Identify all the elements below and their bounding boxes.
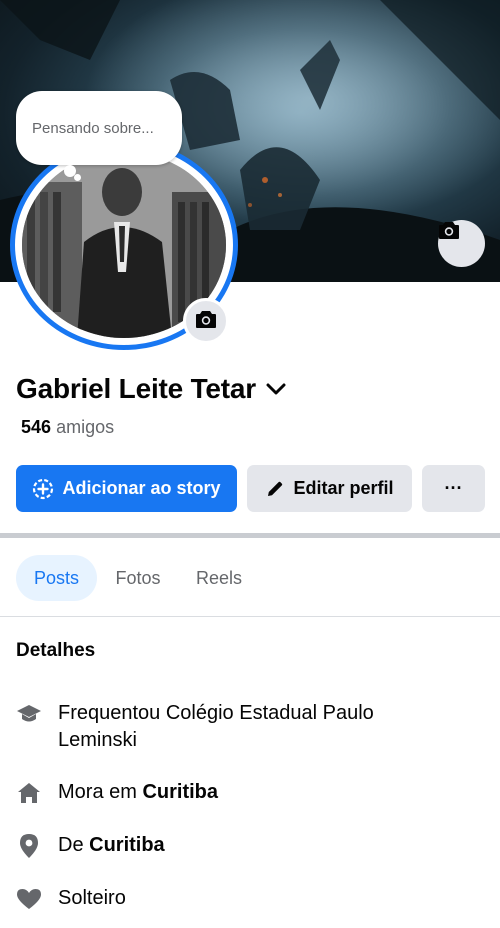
detail-text: Mora em Curitiba xyxy=(58,781,219,803)
tab-fotos[interactable]: Fotos xyxy=(103,555,173,601)
tab-label: Reels xyxy=(195,567,243,588)
detail-text: Solteiro xyxy=(58,887,126,909)
detail-text: Frequentou Colégio Estadual Paulo Lemins… xyxy=(58,702,374,751)
profile-name: Gabriel Leite Tetar xyxy=(16,373,256,404)
add-to-story-button[interactable]: Adicionar ao story xyxy=(16,465,237,512)
detail-education: Frequentou Colégio Estadual Paulo Lemins… xyxy=(16,700,458,754)
tabs-divider xyxy=(0,616,500,617)
tab-posts[interactable]: Posts xyxy=(16,555,97,601)
detail-text: De Curitiba xyxy=(58,834,165,856)
more-options-button[interactable]: ··· xyxy=(422,465,485,512)
location-pin-icon xyxy=(16,833,42,859)
graduation-cap-icon xyxy=(16,701,42,727)
friends-label: amigos xyxy=(56,417,115,437)
profile-camera-button[interactable] xyxy=(183,298,229,344)
pencil-icon xyxy=(265,479,285,499)
details-heading: Detalhes xyxy=(16,640,96,661)
home-icon xyxy=(16,780,42,806)
camera-icon xyxy=(195,309,217,334)
edit-profile-button[interactable]: Editar perfil xyxy=(247,465,412,512)
thought-bubble[interactable]: Pensando sobre... xyxy=(16,91,182,165)
more-dots-icon: ··· xyxy=(444,478,463,498)
cover-camera-button[interactable] xyxy=(438,220,485,267)
friends-count[interactable]: 546 amigos xyxy=(21,417,114,438)
friends-number: 546 xyxy=(21,417,52,437)
add-to-story-label: Adicionar ao story xyxy=(62,478,221,498)
bubble-tail-dot xyxy=(74,174,81,181)
chevron-down-icon[interactable] xyxy=(266,382,286,396)
detail-from: De Curitiba xyxy=(16,832,458,859)
profile-name-row[interactable]: Gabriel Leite Tetar xyxy=(16,373,286,405)
thought-bubble-text: Pensando sobre... xyxy=(32,119,154,137)
tab-label: Posts xyxy=(33,567,80,588)
detail-relationship: Solteiro xyxy=(16,885,458,912)
edit-profile-label: Editar perfil xyxy=(293,478,394,498)
section-divider xyxy=(0,533,500,538)
heart-icon xyxy=(16,886,42,912)
add-story-icon xyxy=(32,478,54,500)
tab-label: Fotos xyxy=(115,567,161,588)
detail-lives-in: Mora em Curitiba xyxy=(16,779,458,806)
tab-reels[interactable]: Reels xyxy=(183,555,255,601)
